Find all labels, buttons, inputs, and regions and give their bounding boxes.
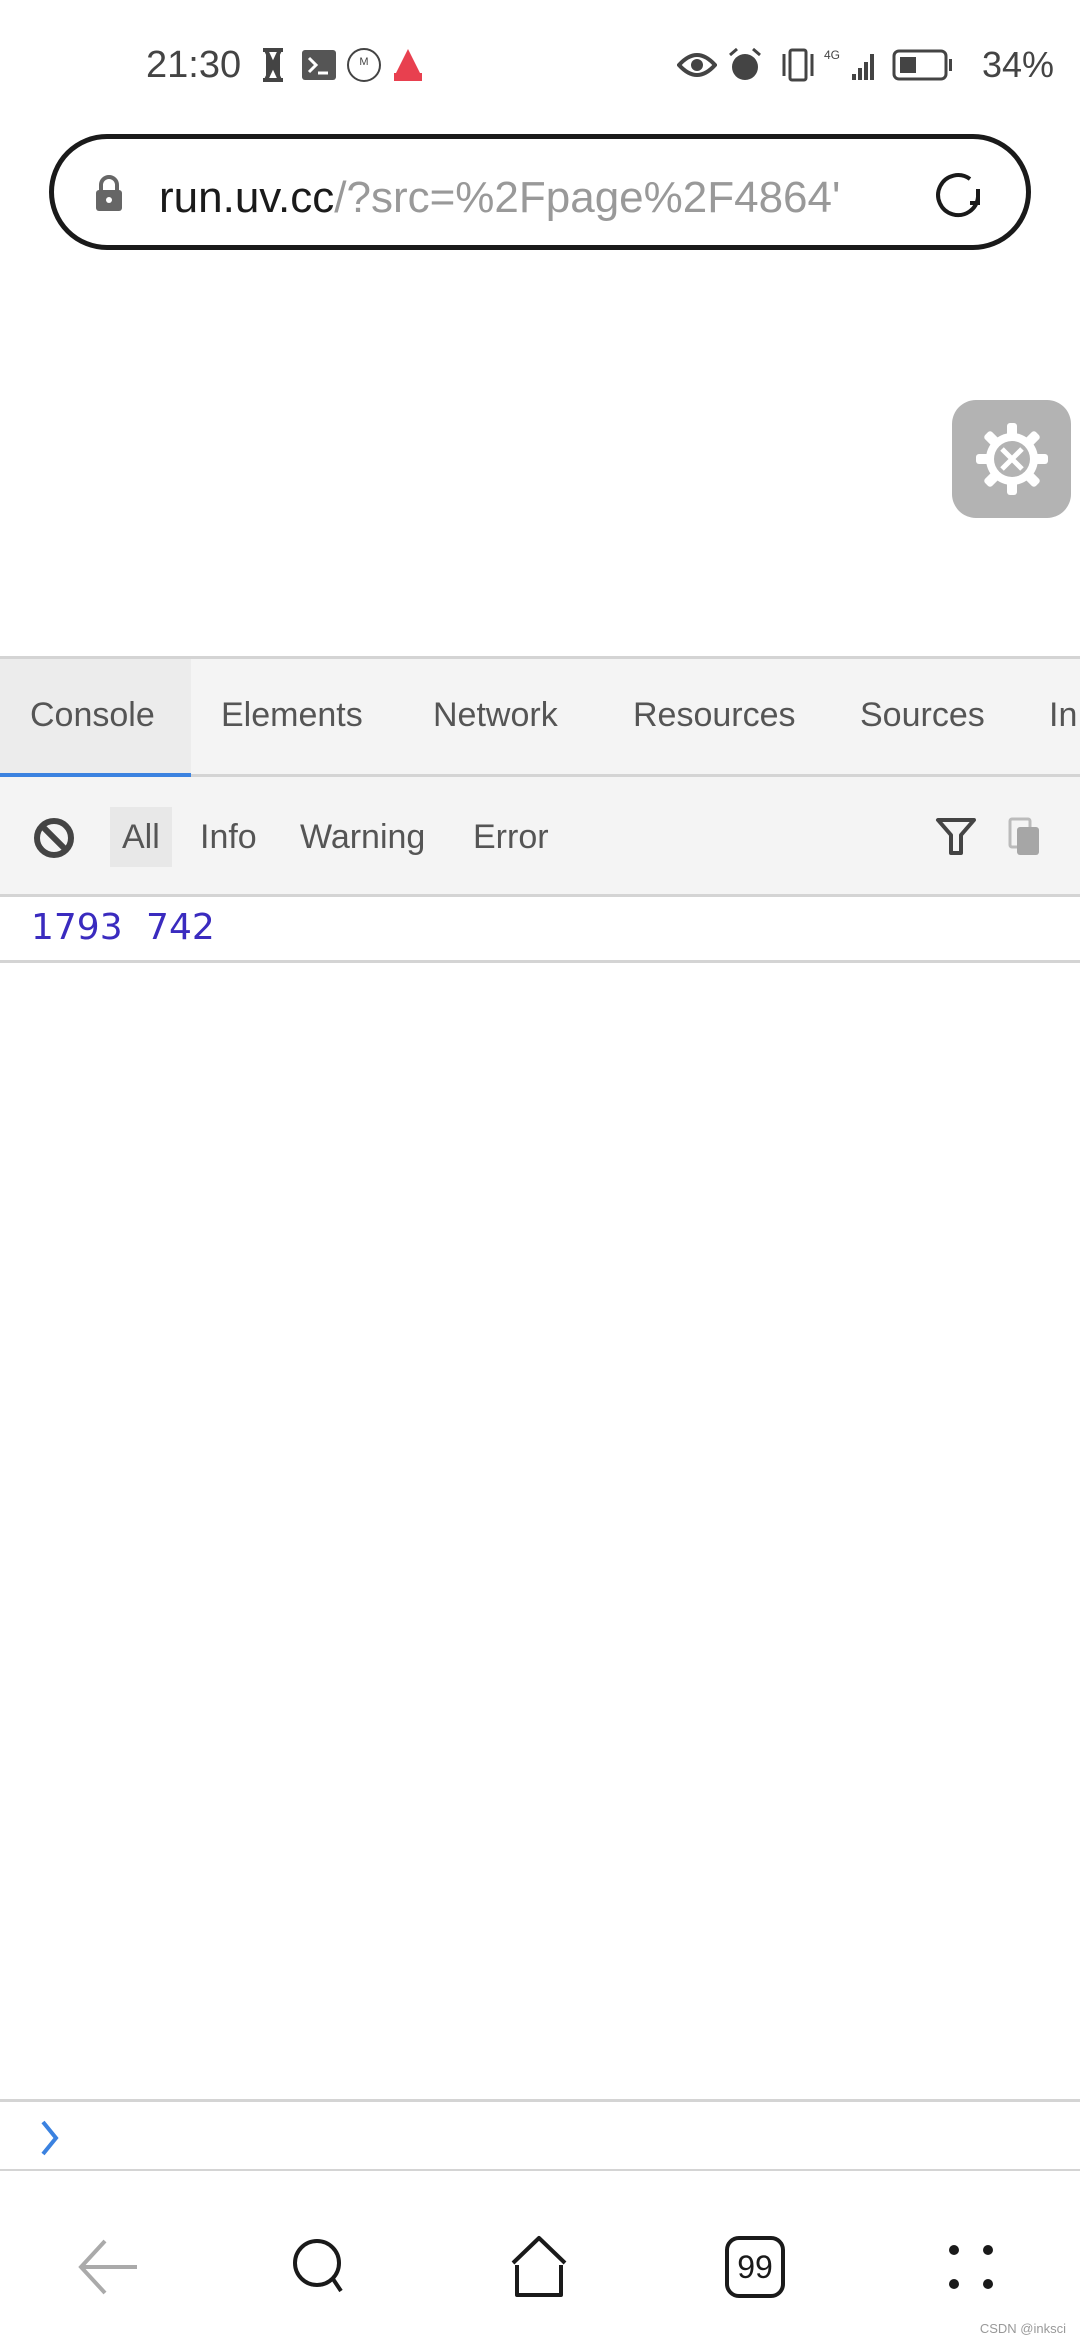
console-filter-bar: All Info Warning Error <box>0 777 1080 897</box>
log-message: 1793 742 <box>31 907 215 948</box>
tab-network[interactable]: Network <box>433 659 558 777</box>
filter-info[interactable]: Info <box>200 777 257 897</box>
battery-icon <box>892 48 954 82</box>
console-input[interactable] <box>0 2099 1080 2171</box>
search-button[interactable] <box>276 2222 366 2312</box>
back-button[interactable] <box>62 2222 152 2312</box>
menu-button[interactable] <box>926 2222 1016 2312</box>
menu-dots-icon <box>949 2245 993 2289</box>
tabs-count: 99 <box>725 2236 785 2298</box>
address-bar[interactable]: run.uv.cc/?src=%2Fpage%2F4864' <box>49 134 1031 250</box>
filter-warning[interactable]: Warning <box>300 777 425 897</box>
hourglass-icon <box>258 48 288 82</box>
prompt-chevron-icon <box>40 2120 60 2161</box>
status-bar: 21:30 M 4G 34% <box>0 0 1080 130</box>
devtools-tab-bar: Console Elements Network Resources Sourc… <box>0 656 1080 777</box>
alarm-icon <box>726 47 764 82</box>
lock-icon <box>94 173 124 218</box>
signal-icon: 4G <box>824 48 880 82</box>
gear-wrench-icon <box>975 423 1048 495</box>
network-type: 4G <box>824 48 841 62</box>
clear-console-icon[interactable] <box>33 817 75 864</box>
filter-icon[interactable] <box>935 817 977 862</box>
app-notification-icon <box>390 48 426 82</box>
status-time: 21:30 <box>146 44 242 86</box>
home-icon <box>511 2236 567 2297</box>
devtools-toggle-button[interactable] <box>952 400 1071 518</box>
reload-icon[interactable] <box>930 167 986 228</box>
jd-app-icon: M <box>346 48 382 82</box>
vibrate-icon <box>778 48 818 82</box>
tab-console[interactable]: Console <box>0 659 191 777</box>
url-host: run.uv.cc <box>159 173 335 222</box>
terminal-icon <box>302 48 336 82</box>
home-button[interactable] <box>494 2222 584 2312</box>
eye-icon <box>676 48 718 82</box>
filter-all[interactable]: All <box>110 807 172 867</box>
tab-info[interactable]: In <box>1049 659 1077 777</box>
tab-elements[interactable]: Elements <box>221 659 363 777</box>
battery-percent: 34% <box>981 44 1054 85</box>
back-arrow-icon <box>78 2239 137 2295</box>
browser-bottom-nav: 99 CSDN @inksci <box>0 2172 1080 2340</box>
url-path: /?src=%2Fpage%2F4864' <box>334 173 841 222</box>
tab-sources[interactable]: Sources <box>860 659 985 777</box>
filter-error[interactable]: Error <box>473 777 549 897</box>
search-icon <box>293 2239 343 2293</box>
url-text[interactable]: run.uv.cc/?src=%2Fpage%2F4864' <box>159 173 949 223</box>
watermark: CSDN @inksci <box>979 2321 1066 2336</box>
copy-icon[interactable] <box>1008 817 1042 862</box>
console-log-row: 1793 742 <box>0 897 1080 963</box>
svg-text:M: M <box>359 56 368 68</box>
tab-resources[interactable]: Resources <box>633 659 796 777</box>
tabs-button[interactable]: 99 <box>710 2222 800 2312</box>
